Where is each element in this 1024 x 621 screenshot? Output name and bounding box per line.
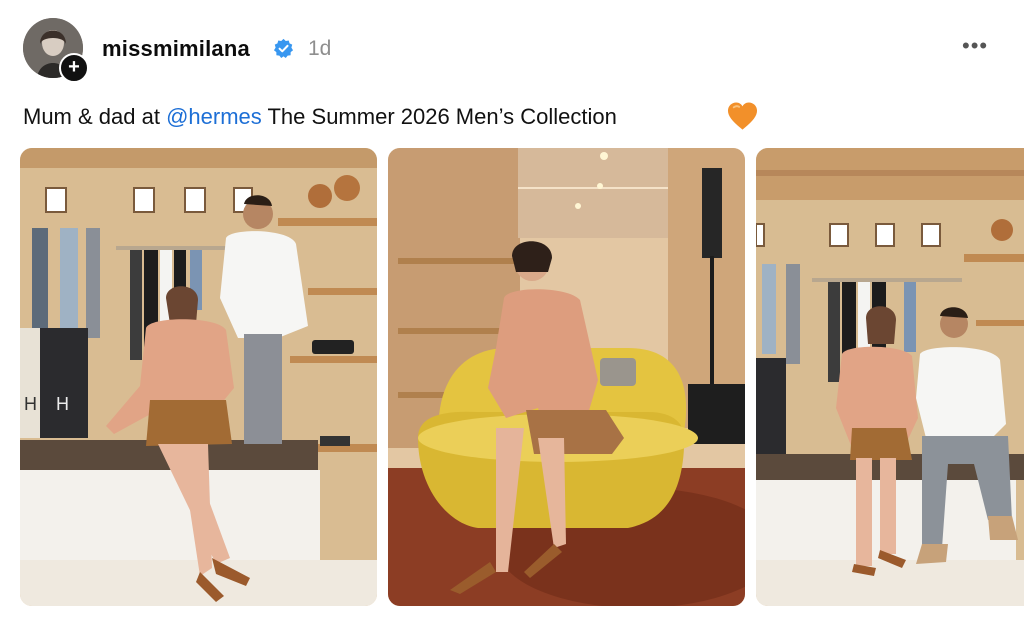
svg-text:H: H [24, 394, 37, 414]
follow-add-button[interactable]: + [59, 53, 89, 83]
username[interactable]: missmimilana [102, 36, 250, 62]
caption-text-end: The Summer 2026 Men’s Collection [261, 104, 617, 129]
photo-couple-seated-together[interactable] [756, 148, 1024, 606]
post-header: + missmimilana 1d ••• [0, 0, 1024, 90]
post-timestamp: 1d [308, 37, 332, 60]
more-options-button[interactable]: ••• [962, 33, 988, 59]
photo-woman-on-yellow-armchair[interactable] [388, 148, 745, 606]
caption-text-start: Mum & dad at [23, 104, 167, 129]
orange-heart-icon [727, 102, 758, 130]
verified-badge-icon [273, 38, 294, 59]
post-caption: Mum & dad at @hermes The Summer 2026 Men… [23, 104, 617, 130]
svg-text:H: H [56, 394, 69, 414]
photo-couple-in-boutique[interactable]: H H [20, 148, 377, 606]
mention-link[interactable]: @hermes [166, 104, 262, 129]
